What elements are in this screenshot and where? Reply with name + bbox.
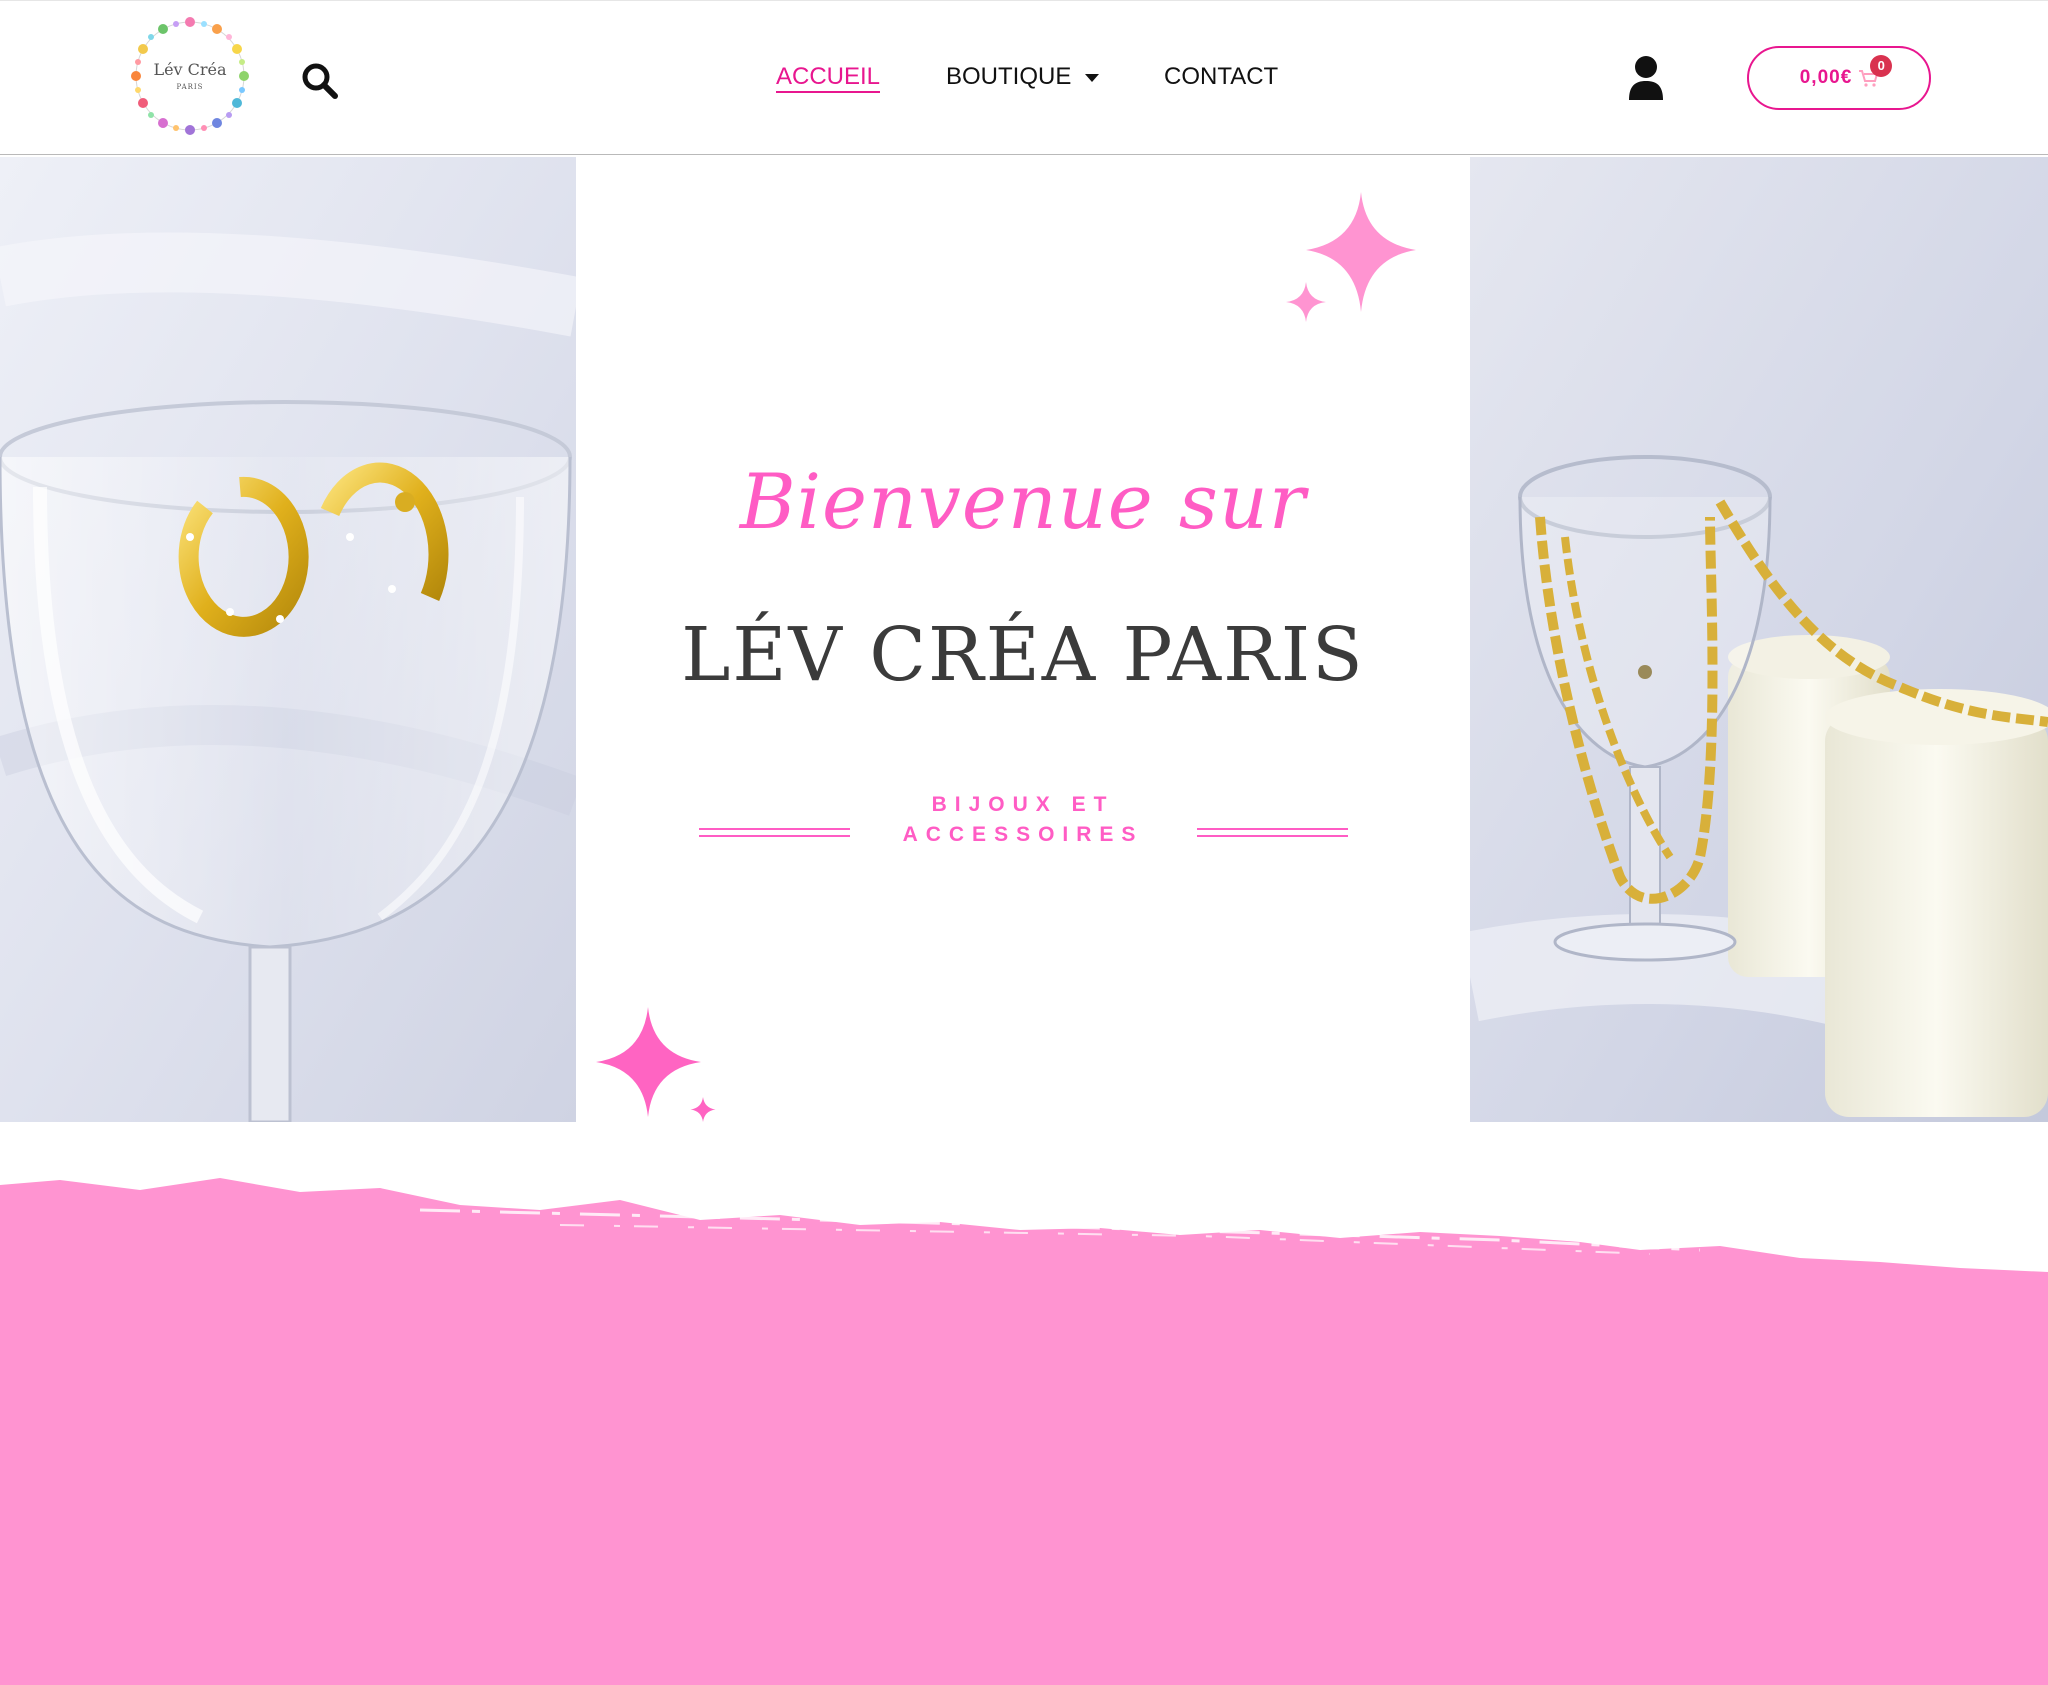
hero-center-panel: Bienvenue sur LÉV CRÉA PARIS BIJOUX ET A… [576,157,1470,1122]
hero-section: Bienvenue sur LÉV CRÉA PARIS BIJOUX ET A… [0,157,2048,1122]
decorative-rule [699,828,850,837]
site-header: Lév Créa PARIS ACCUEIL BOUTIQUE CONTACT … [0,0,2048,155]
account-button[interactable] [1627,56,1665,100]
nav-item-accueil[interactable]: ACCUEIL [776,63,881,93]
cart-count-badge: 0 [1870,55,1893,77]
cart-icon: 0 [1858,55,1893,87]
tagline: BIJOUX ET ACCESSOIRES [856,790,1190,850]
nav-label-accueil: ACCUEIL [776,63,881,93]
nav-label-contact: CONTACT [1164,63,1279,90]
decorative-rule [1197,828,1348,837]
caret-down-icon [1085,73,1100,82]
tagline-line-2: ACCESSOIRES [902,823,1144,846]
cart-total: 0,00€ [1799,67,1853,88]
tagline-line-1: BIJOUX ET [931,793,1115,816]
user-icon [1629,56,1663,100]
cart-button[interactable]: 0,00€ 0 [1747,46,1931,110]
sparkle-icon [1286,282,1326,322]
pink-brush-band [0,1178,2048,1685]
hero-photo-earrings [0,157,576,1122]
nav-label-boutique: BOUTIQUE [946,63,1072,90]
brand-title: LÉV CRÉA PARIS [681,612,1365,698]
hero-photo-necklace [1470,157,2048,1122]
welcome-heading: Bienvenue sur [739,457,1307,546]
sparkle-icon [690,1097,716,1122]
nav-item-boutique[interactable]: BOUTIQUE [946,63,1100,91]
nav-item-contact[interactable]: CONTACT [1164,63,1278,91]
main-nav: ACCUEIL BOUTIQUE CONTACT [0,63,2048,93]
